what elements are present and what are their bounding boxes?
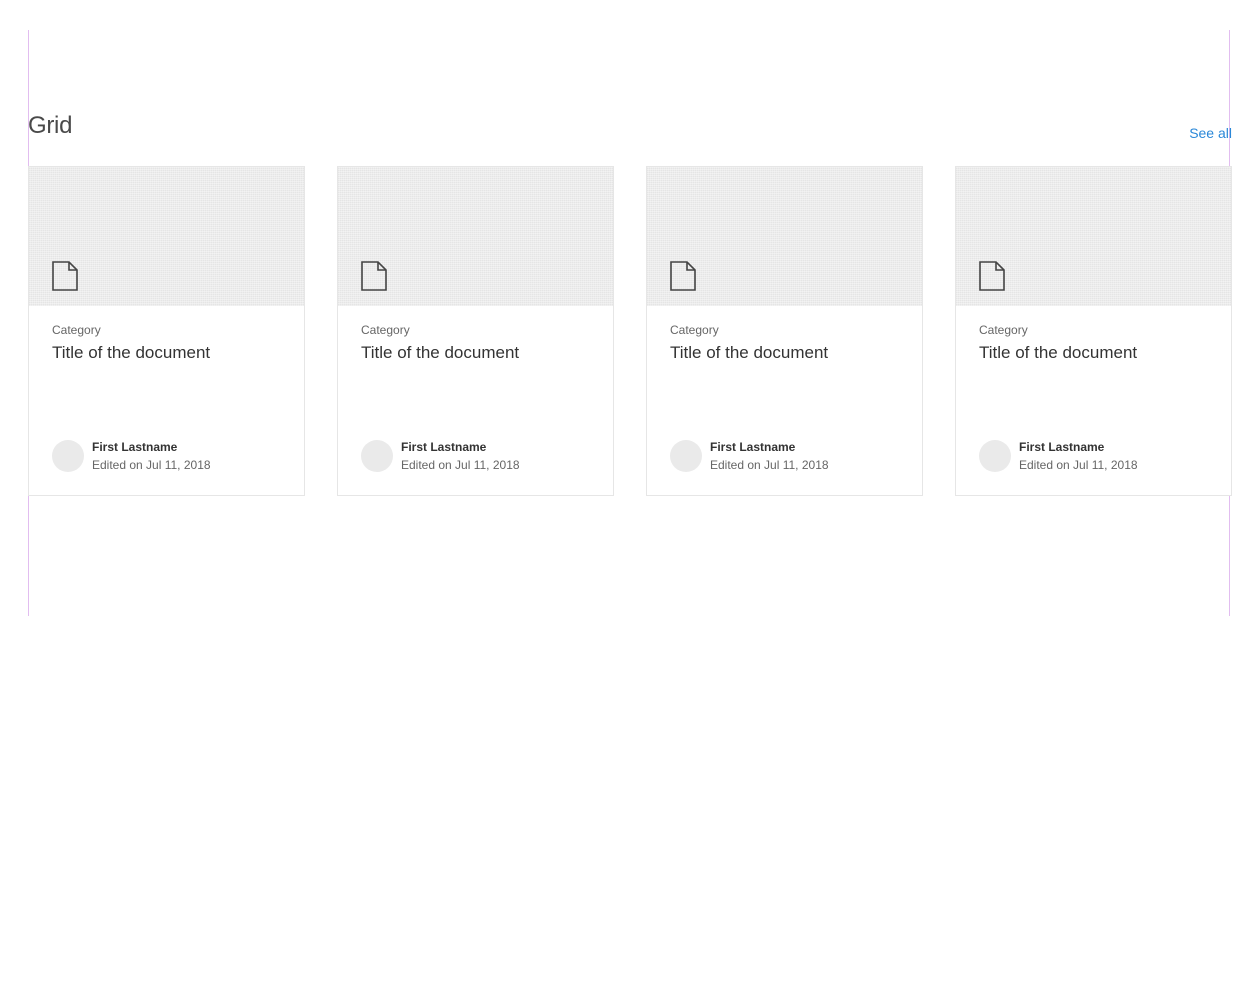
card-category: Category (979, 323, 1028, 337)
card-title[interactable]: Title of the document (361, 343, 519, 363)
see-all-link[interactable]: See all (1189, 125, 1232, 141)
document-icon (979, 261, 1005, 291)
document-icon (670, 261, 696, 291)
edited-date: Edited on Jul 11, 2018 (92, 458, 211, 472)
card-category: Category (361, 323, 410, 337)
author-name: First Lastname (710, 440, 796, 454)
document-icon (52, 261, 78, 291)
card-category: Category (52, 323, 101, 337)
card-title[interactable]: Title of the document (979, 343, 1137, 363)
card-preview (338, 167, 613, 306)
avatar (52, 440, 84, 472)
document-icon (361, 261, 387, 291)
card-preview (29, 167, 304, 306)
card-preview (956, 167, 1231, 306)
edited-date: Edited on Jul 11, 2018 (1019, 458, 1138, 472)
edited-date: Edited on Jul 11, 2018 (401, 458, 520, 472)
author-name: First Lastname (1019, 440, 1105, 454)
card-title[interactable]: Title of the document (670, 343, 828, 363)
avatar (361, 440, 393, 472)
author-name: First Lastname (401, 440, 487, 454)
document-card[interactable]: Category Title of the document First Las… (28, 166, 305, 496)
card-preview (647, 167, 922, 306)
card-category: Category (670, 323, 719, 337)
document-card[interactable]: Category Title of the document First Las… (337, 166, 614, 496)
document-card[interactable]: Category Title of the document First Las… (955, 166, 1232, 496)
card-title[interactable]: Title of the document (52, 343, 210, 363)
document-card[interactable]: Category Title of the document First Las… (646, 166, 923, 496)
section-title: Grid (28, 112, 73, 139)
avatar (670, 440, 702, 472)
edited-date: Edited on Jul 11, 2018 (710, 458, 829, 472)
avatar (979, 440, 1011, 472)
author-name: First Lastname (92, 440, 178, 454)
